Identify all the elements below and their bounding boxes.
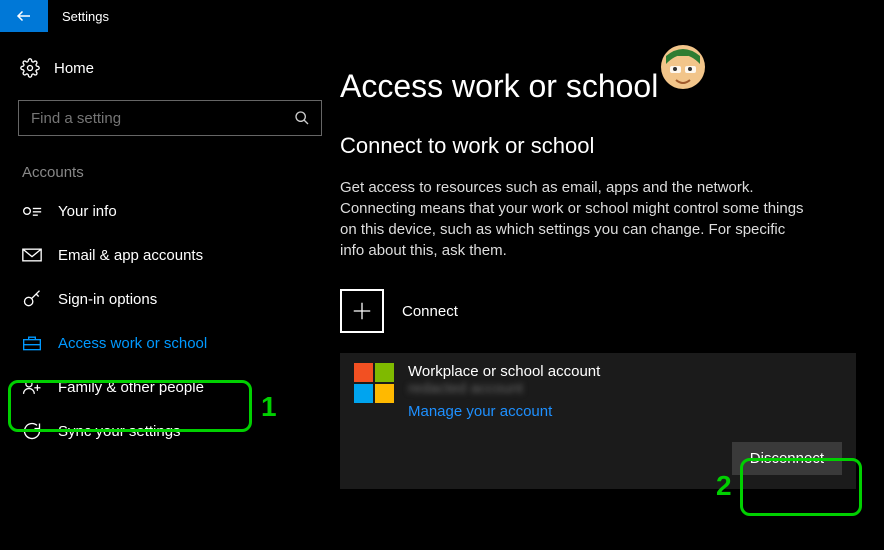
sidebar-item-signin-options[interactable]: Sign-in options	[0, 277, 340, 321]
sidebar-item-label: Sync your settings	[58, 423, 181, 440]
sidebar-item-email-accounts[interactable]: Email & app accounts	[0, 233, 340, 277]
sidebar-item-label: Sign-in options	[58, 291, 157, 308]
app-title: Settings	[62, 9, 109, 24]
manage-account-link[interactable]: Manage your account	[408, 403, 600, 420]
back-button[interactable]	[0, 0, 48, 32]
plus-icon	[340, 289, 384, 333]
sidebar-item-label: Access work or school	[58, 335, 207, 352]
connect-button[interactable]: Connect	[340, 289, 856, 333]
sidebar-item-label: Your info	[58, 203, 117, 220]
page-title: Access work or school	[340, 68, 856, 105]
search-icon	[292, 108, 311, 128]
key-icon	[22, 289, 42, 309]
section-label-accounts: Accounts	[22, 164, 340, 181]
account-card[interactable]: Workplace or school account redacted acc…	[340, 353, 856, 489]
sync-icon	[22, 421, 42, 441]
microsoft-logo-icon	[354, 363, 394, 403]
sidebar-item-access-work-school[interactable]: Access work or school	[0, 321, 340, 365]
sidebar-item-your-info[interactable]: Your info	[0, 189, 340, 233]
sidebar-item-family[interactable]: Family & other people	[0, 365, 340, 409]
account-title: Workplace or school account	[408, 363, 600, 380]
account-detail: redacted account	[408, 380, 600, 397]
main-content: Access work or school Connect to work or…	[340, 32, 884, 550]
sidebar-item-sync[interactable]: Sync your settings	[0, 409, 340, 453]
home-label: Home	[54, 60, 94, 77]
sidebar-item-label: Family & other people	[58, 379, 204, 396]
sidebar-item-label: Email & app accounts	[58, 247, 203, 264]
disconnect-button[interactable]: Disconnect	[732, 442, 842, 475]
connect-label: Connect	[402, 303, 458, 320]
briefcase-icon	[22, 333, 42, 353]
mail-icon	[22, 245, 42, 265]
sidebar: Home Accounts Your info Email & app	[0, 32, 340, 550]
home-button[interactable]: Home	[0, 50, 340, 86]
titlebar: Settings	[0, 0, 884, 32]
search-input-wrapper[interactable]	[18, 100, 322, 136]
page-subtitle: Connect to work or school	[340, 133, 856, 159]
description-text: Get access to resources such as email, a…	[340, 177, 810, 261]
gear-icon	[20, 58, 40, 78]
people-icon	[22, 377, 42, 397]
person-card-icon	[22, 201, 42, 221]
search-input[interactable]	[29, 109, 292, 128]
